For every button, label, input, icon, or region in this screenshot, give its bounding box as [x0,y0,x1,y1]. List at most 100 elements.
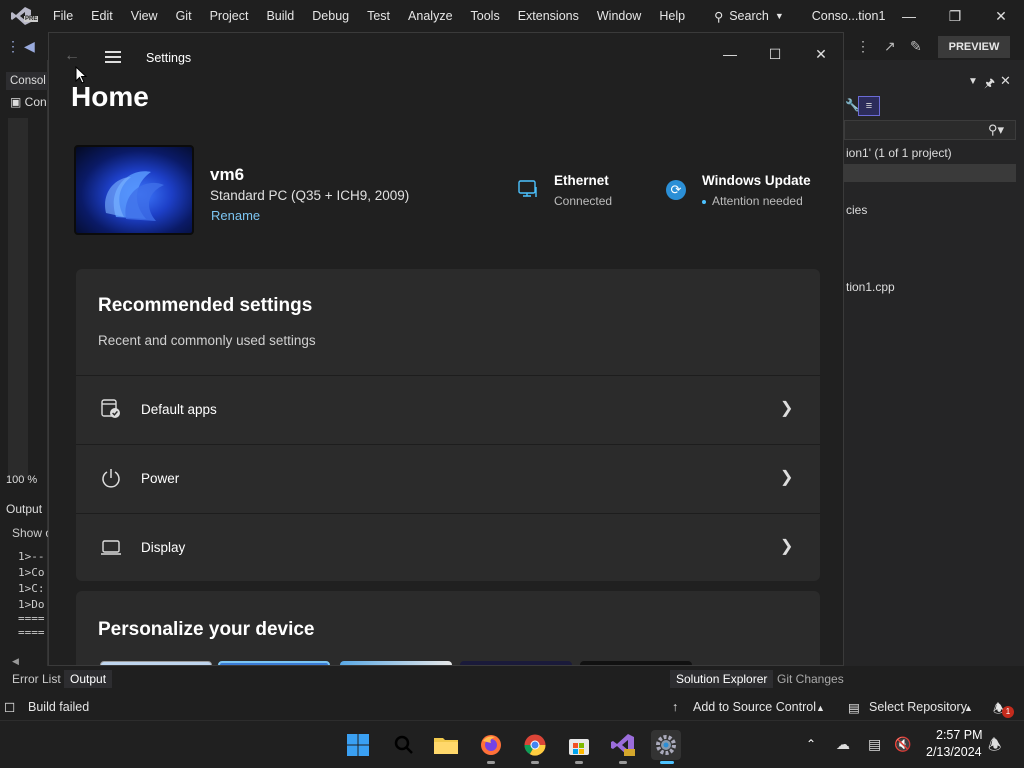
menu-extensions[interactable]: Extensions [509,0,588,32]
document-tab-console[interactable]: Consol [6,72,50,90]
clock-time[interactable]: 2:57 PM [936,728,983,742]
rename-link[interactable]: Rename [211,208,260,223]
running-indicator [575,761,583,764]
theme-thumbnail[interactable] [218,661,330,665]
panel-dropdown-icon[interactable]: ▼ [968,76,978,87]
editor-area[interactable] [8,118,28,478]
windows-update-icon[interactable]: ⟳ [666,180,686,200]
menu-help[interactable]: Help [650,0,694,32]
tray-overflow-chevron-icon[interactable]: ⌃ [806,737,816,751]
page-title: Home [71,81,149,112]
settings-window-title: Settings [146,51,192,65]
repository-icon: ▤ [848,701,860,715]
build-status: Build failed [28,700,90,714]
setting-label: Display [141,540,186,555]
share-icon[interactable]: ↗ [884,38,896,55]
network-icon[interactable]: ▤ [868,736,881,753]
selected-tree-row[interactable] [844,164,1016,182]
microsoft-store-icon[interactable] [564,730,594,760]
solution-node[interactable]: ion1' (1 of 1 project) [846,146,952,160]
menu-debug[interactable]: Debug [303,0,358,32]
cpp-file-node[interactable]: tion1.cpp [846,280,895,294]
feedback-icon[interactable]: ✎ [910,38,922,55]
output-line: ==== [18,612,45,625]
cloud-offline-icon[interactable]: ☁ [836,736,850,753]
device-wallpaper-thumbnail [74,145,194,235]
minimize-icon[interactable]: — [707,39,753,69]
ethernet-icon[interactable] [517,179,539,199]
console-file-item[interactable]: ▣ Con [10,95,47,109]
settings-app-icon[interactable] [651,730,681,760]
chevron-up-icon: ▲ [964,703,973,713]
select-repository[interactable]: Select Repository [869,700,967,714]
recommended-settings-subtitle: Recent and commonly used settings [98,333,316,348]
hamburger-menu-icon[interactable] [105,51,121,63]
output-line: 1>Co [18,566,45,579]
menu-build[interactable]: Build [257,0,303,32]
theme-thumbnail[interactable] [100,661,212,665]
back-arrow-icon[interactable]: ← [64,47,80,65]
menu-tools[interactable]: Tools [462,0,509,32]
dependencies-node[interactable]: cies [846,203,867,217]
close-icon[interactable]: ✕ [798,39,843,69]
pin-icon[interactable]: 🖈 [984,74,995,95]
preview-badge[interactable]: PREVIEW [938,36,1010,58]
theme-thumbnail[interactable] [460,661,572,665]
chevron-right-icon: ❯ [780,400,794,417]
menu-git[interactable]: Git [167,0,201,32]
menu-project[interactable]: Project [201,0,258,32]
tab-output[interactable]: Output [64,670,113,688]
output-line: ==== [18,626,45,639]
visual-studio-preview-icon[interactable] [608,730,638,760]
arrow-up-icon: ↑ [672,700,679,714]
chrome-icon[interactable] [520,730,550,760]
menu-window[interactable]: Window [588,0,650,32]
output-show-label: Show o [12,526,53,540]
tab-solution-explorer[interactable]: Solution Explorer [670,670,774,688]
setting-row-display[interactable]: Display ❯ [76,513,820,581]
output-line: 1>Do [18,598,45,611]
taskbar-search-icon[interactable] [389,730,419,760]
running-indicator [487,761,495,764]
file-explorer-icon[interactable] [431,730,461,760]
notification-center-icon[interactable]: 🕭 [988,735,1001,760]
firefox-icon[interactable] [476,730,506,760]
navigate-back-icon[interactable]: ◀ [24,38,35,55]
windows-update-status: Attention needed [712,194,803,208]
zoom-level[interactable]: 100 % [6,474,37,486]
vs-minimize-icon[interactable]: — [886,0,932,32]
theme-thumbnail[interactable] [580,661,692,665]
tab-error-list[interactable]: Error List [6,670,67,688]
vs-menubar: PRE File Edit View Git Project Build Deb… [0,0,1024,32]
menu-test[interactable]: Test [358,0,399,32]
notification-count: 1 [1002,706,1014,718]
search-icon[interactable]: ⚲▾ [988,122,1004,138]
tab-git-changes[interactable]: Git Changes [771,670,850,688]
output-line: 1>C: [18,582,45,595]
vs-restore-icon[interactable]: ❐ [932,0,978,32]
vs-statusbar: ☐ Build failed ↑ Add to Source Control ▲… [0,696,1024,720]
menu-view[interactable]: View [122,0,167,32]
maximize-icon[interactable]: ☐ [752,39,798,69]
menu-edit[interactable]: Edit [82,0,122,32]
volume-muted-icon[interactable]: 🔇 [894,736,911,753]
windows-update-title[interactable]: Windows Update [702,173,811,188]
setting-row-power[interactable]: Power ❯ [76,444,820,512]
personalize-card: Personalize your device [76,591,820,665]
add-to-source-control[interactable]: Add to Source Control [693,700,816,714]
menu-file[interactable]: File [44,0,82,32]
theme-thumbnail[interactable] [340,661,452,665]
menu-analyze[interactable]: Analyze [399,0,461,32]
clock-date[interactable]: 2/13/2024 [926,745,982,759]
windows-start-icon[interactable] [343,730,373,760]
running-indicator [619,761,627,764]
network-title[interactable]: Ethernet [554,173,609,188]
setting-row-default-apps[interactable]: Default apps ❯ [76,375,820,443]
vs-close-icon[interactable]: ✕ [978,0,1024,32]
device-name: vm6 [210,165,245,184]
vs-search-button[interactable]: ⚲ Search ▼ [706,9,792,24]
panel-close-icon[interactable]: ✕ [1000,73,1011,89]
visual-studio-logo-icon: PRE [10,6,39,26]
sync-view-icon[interactable]: ≡ [858,96,880,116]
console-file-label: Con [24,95,47,109]
